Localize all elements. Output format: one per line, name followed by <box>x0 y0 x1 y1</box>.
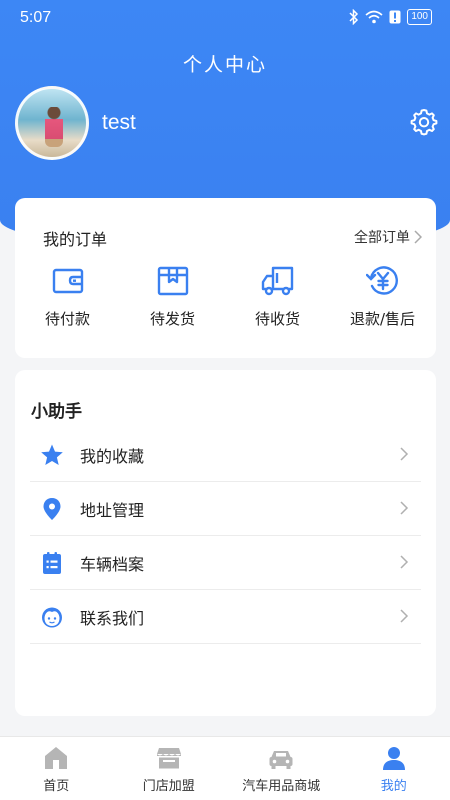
star-icon <box>41 444 63 465</box>
list-item-contact-us[interactable]: 联系我们 <box>30 590 421 644</box>
list-item-vehicle-records[interactable]: 车辆档案 <box>30 536 421 590</box>
status-icons: 100 <box>349 9 432 25</box>
refund-icon <box>365 266 398 295</box>
avatar[interactable] <box>15 86 89 160</box>
location-icon <box>43 497 61 520</box>
list-item-label: 联系我们 <box>80 608 145 628</box>
alert-icon <box>389 10 401 24</box>
avatar-figure <box>45 107 63 147</box>
tab-label: 我的 <box>380 779 407 794</box>
list-item-label: 地址管理 <box>80 500 145 520</box>
package-icon <box>157 266 188 296</box>
truck-icon <box>261 266 293 296</box>
order-label: 退款/售后 <box>349 310 416 328</box>
home-icon <box>45 747 68 769</box>
orders-title: 我的订单 <box>43 230 108 249</box>
car-icon <box>269 751 293 769</box>
order-label: 待发货 <box>149 310 195 328</box>
store-icon <box>156 748 181 769</box>
list-item-label: 我的收藏 <box>80 446 145 466</box>
order-pending-receipt[interactable]: 待收货 <box>225 264 330 329</box>
order-refund[interactable]: 退款/售后 <box>330 264 435 329</box>
chevron-right-icon <box>400 609 409 623</box>
clipboard-icon <box>43 551 61 574</box>
list-item-favorites[interactable]: 我的收藏 <box>30 428 421 482</box>
status-bar: 5:07 100 <box>0 0 450 36</box>
settings-gear-icon[interactable] <box>410 108 438 136</box>
tab-label: 首页 <box>43 779 70 794</box>
assistant-list: 我的收藏 地址管理 车辆档案 联系我们 <box>30 428 421 644</box>
wallet-icon <box>52 268 83 294</box>
tab-mine[interactable]: 我的 <box>338 737 450 800</box>
order-pending-payment[interactable]: 待付款 <box>15 264 120 329</box>
chevron-right-icon <box>400 447 409 461</box>
orders-row: 待付款 待发货 待收货 退款/售后 <box>15 264 436 329</box>
list-item-label: 车辆档案 <box>80 554 145 574</box>
order-label: 待付款 <box>44 310 90 328</box>
customer-service-icon <box>42 607 62 627</box>
tab-store-franchise[interactable]: 门店加盟 <box>113 737 226 800</box>
list-item-address[interactable]: 地址管理 <box>30 482 421 536</box>
tab-home[interactable]: 首页 <box>0 737 113 800</box>
order-label: 待收货 <box>254 310 300 328</box>
page-title: 个人中心 <box>182 54 267 76</box>
orders-card: 我的订单 全部订单 待付款 待发货 待收货 退款/售后 <box>15 198 436 358</box>
status-time: 5:07 <box>20 9 52 26</box>
bluetooth-icon <box>349 9 359 25</box>
assistant-card: 小助手 我的收藏 地址管理 车辆档案 联系我们 <box>15 370 436 716</box>
all-orders-label: 全部订单 <box>354 230 410 246</box>
wifi-icon <box>365 10 383 24</box>
tab-label: 汽车用品商城 <box>242 779 321 794</box>
chevron-right-icon <box>400 501 409 515</box>
bottom-tab-bar: 首页 门店加盟 汽车用品商城 我的 <box>0 736 450 800</box>
user-icon <box>382 747 405 770</box>
chevron-right-icon <box>400 555 409 569</box>
order-pending-shipment[interactable]: 待发货 <box>120 264 225 329</box>
username: test <box>102 111 136 134</box>
battery-indicator: 100 <box>407 9 432 25</box>
tab-car-mall[interactable]: 汽车用品商城 <box>225 737 338 800</box>
all-orders-link[interactable]: 全部订单 <box>354 227 422 247</box>
tab-label: 门店加盟 <box>142 779 195 794</box>
assistant-title: 小助手 <box>31 402 82 422</box>
chevron-right-icon <box>414 230 422 244</box>
